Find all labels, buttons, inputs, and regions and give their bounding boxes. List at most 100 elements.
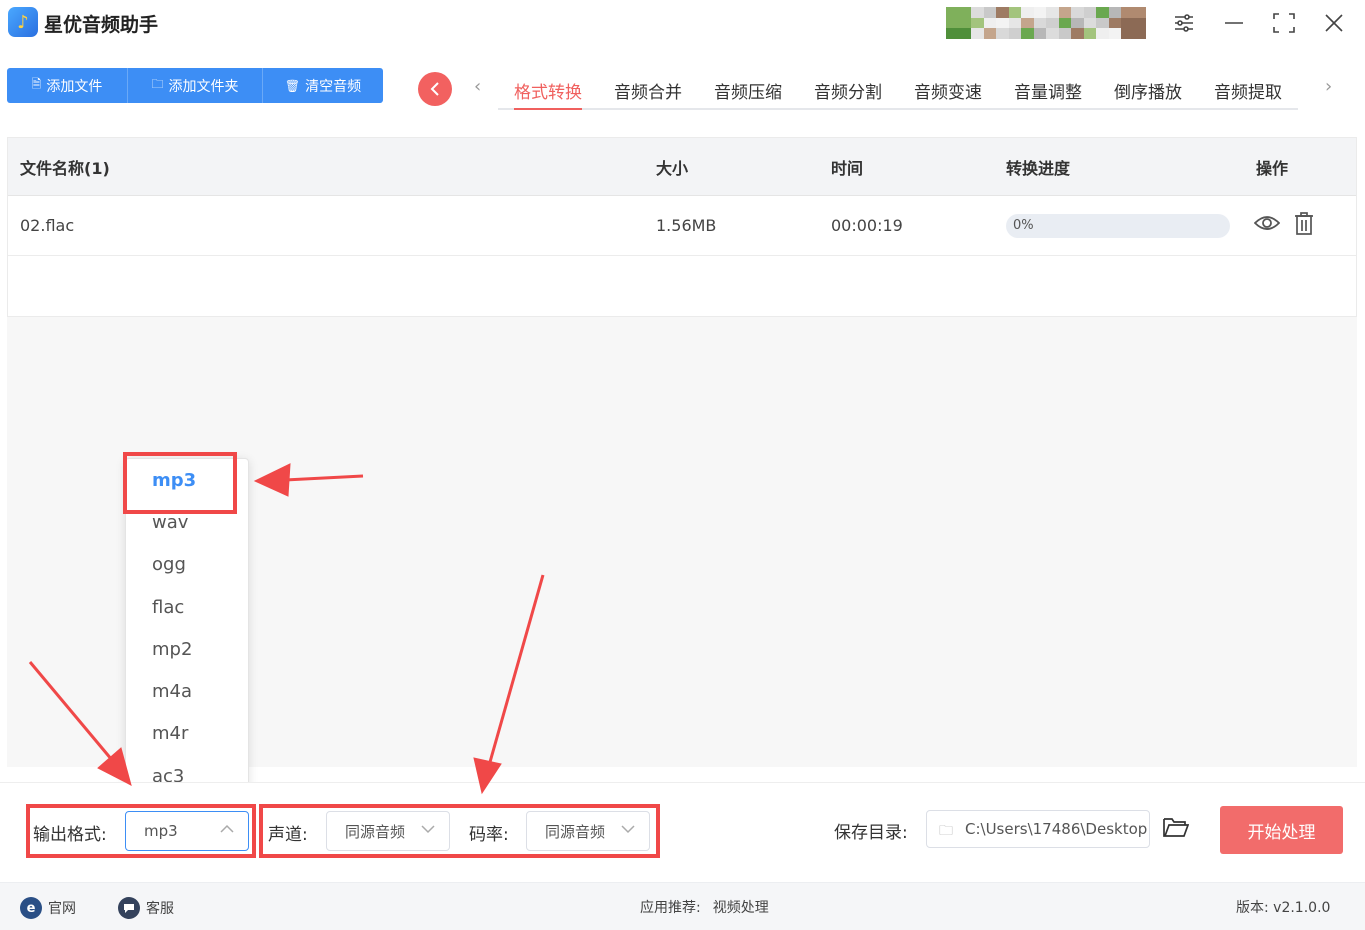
avatar-pixel [1058,7,1071,18]
clear-audio-button[interactable]: 🗑 清空音频 [263,68,383,103]
tabs-prev-icon[interactable]: ‹ [474,76,481,97]
avatar-pixel [1121,17,1134,29]
user-avatar[interactable] [946,7,1146,39]
avatar-pixel [1096,28,1109,39]
avatar-pixel [983,17,996,29]
chevron-left-icon [430,82,439,96]
progress-bar: 0% [1006,213,1230,238]
recommend-label: 应用推荐: [640,900,701,916]
avatar-pixel [1008,17,1021,29]
tab-5[interactable]: 音量调整 [998,72,1098,108]
back-button[interactable] [418,72,452,106]
save-dir-input[interactable]: 🗀 C:\Users\17486\Desktop [926,810,1150,848]
avatar-pixel [1033,28,1046,39]
avatar-pixel [946,7,959,18]
progress-label: 0% [1013,218,1034,233]
header-size: 大小 [656,158,689,178]
avatar-pixel [1108,28,1121,39]
avatar-pixel [1021,28,1034,39]
avatar-pixel [1008,7,1021,18]
tab-4[interactable]: 音频变速 [898,72,998,108]
avatar-pixel [1046,17,1059,29]
add-file-label: 添加文件 [46,78,103,95]
annotation-box-format [26,804,256,858]
avatar-pixel [1071,17,1084,29]
minimize-icon[interactable] [1220,10,1248,36]
tab-1[interactable]: 音频合并 [598,72,698,108]
avatar-pixel [1046,7,1059,18]
tab-2[interactable]: 音频压缩 [698,72,798,108]
format-option-flac[interactable]: flac [126,586,248,628]
header-time: 时间 [831,158,864,178]
save-dir-label: 保存目录: [834,823,908,843]
avatar-pixel [983,28,996,39]
annotation-box-mp3 [123,452,237,514]
file-icon: 🗎 [31,77,42,91]
avatar-pixel [1096,7,1109,18]
format-option-ogg[interactable]: ogg [126,544,248,586]
table-row[interactable]: 02.flac 1.56MB 00:00:19 0% [8,196,1356,256]
file-size: 1.56MB [656,216,717,235]
avatar-pixel [1083,28,1096,39]
add-folder-label: 添加文件夹 [168,78,239,95]
header-progress: 转换进度 [1006,158,1071,178]
clear-audio-label: 清空音频 [305,78,362,95]
website-label: 官网 [48,901,76,917]
header-ops: 操作 [1256,158,1289,178]
support-label: 客服 [146,901,174,917]
footer: e 官网 客服 应用推荐: 视频处理 版本: v2.1.0.0 [0,882,1365,930]
support-link[interactable]: 客服 [118,897,174,919]
browse-folder-icon[interactable] [1163,816,1190,844]
tab-6[interactable]: 倒序播放 [1098,72,1198,108]
header-name: 文件名称(1) [20,158,110,178]
avatar-pixel [1133,28,1146,39]
version-label: 版本: v2.1.0.0 [1236,900,1331,916]
trash-icon: 🗑 [284,78,301,93]
avatar-pixel [946,28,959,39]
avatar-pixel [1058,17,1071,29]
add-file-button[interactable]: 🗎 添加文件 [7,68,128,103]
avatar-pixel [971,28,984,39]
avatar-pixel [1008,28,1021,39]
delete-trash-icon[interactable] [1294,212,1314,241]
file-table: 文件名称(1) 大小 时间 转换进度 操作 02.flac 1.56MB 00:… [7,137,1357,317]
avatar-pixel [1121,28,1134,39]
avatar-pixel [1033,17,1046,29]
file-name: 02.flac [20,216,75,235]
tabs-next-icon[interactable]: › [1325,76,1332,97]
preview-eye-icon[interactable] [1253,213,1281,238]
avatar-pixel [996,7,1009,18]
format-option-m4r[interactable]: m4r [126,713,248,755]
avatar-pixel [1071,7,1084,18]
folder-icon: 🗀 [151,77,164,91]
table-header: 文件名称(1) 大小 时间 转换进度 操作 [8,138,1356,196]
maximize-icon[interactable] [1270,10,1298,36]
settings-icon[interactable] [1170,10,1198,36]
chat-bubble-icon [118,897,140,919]
avatar-pixel [971,7,984,18]
browser-e-icon: e [20,897,42,919]
avatar-pixel [1108,17,1121,29]
avatar-pixel [1033,7,1046,18]
avatar-pixel [1021,7,1034,18]
format-option-m4a[interactable]: m4a [126,670,248,712]
start-process-button[interactable]: 开始处理 [1220,806,1343,854]
format-option-mp2[interactable]: mp2 [126,628,248,670]
tab-0[interactable]: 格式转换 [498,72,598,110]
annotation-box-channel-bitrate [259,804,660,858]
recommend-video-link[interactable]: 视频处理 [713,897,769,917]
avatar-pixel [958,17,971,29]
add-folder-button[interactable]: 🗀 添加文件夹 [128,68,263,103]
website-link[interactable]: e 官网 [20,897,76,919]
title-bar: ♪ 星优音频助手 [0,0,1365,48]
avatar-pixel [1121,7,1134,18]
app-title: 星优音频助手 [44,14,159,36]
tab-bar: 格式转换 音频合并 音频压缩 音频分割 音频变速 音量调整 倒序播放 音频提取 [498,72,1298,110]
avatar-pixel [1071,28,1084,39]
avatar-pixel [1021,17,1034,29]
avatar-pixel [1058,28,1071,39]
tab-7[interactable]: 音频提取 [1198,72,1298,108]
tab-3[interactable]: 音频分割 [798,72,898,108]
close-icon[interactable] [1320,10,1348,36]
avatar-pixel [996,17,1009,29]
